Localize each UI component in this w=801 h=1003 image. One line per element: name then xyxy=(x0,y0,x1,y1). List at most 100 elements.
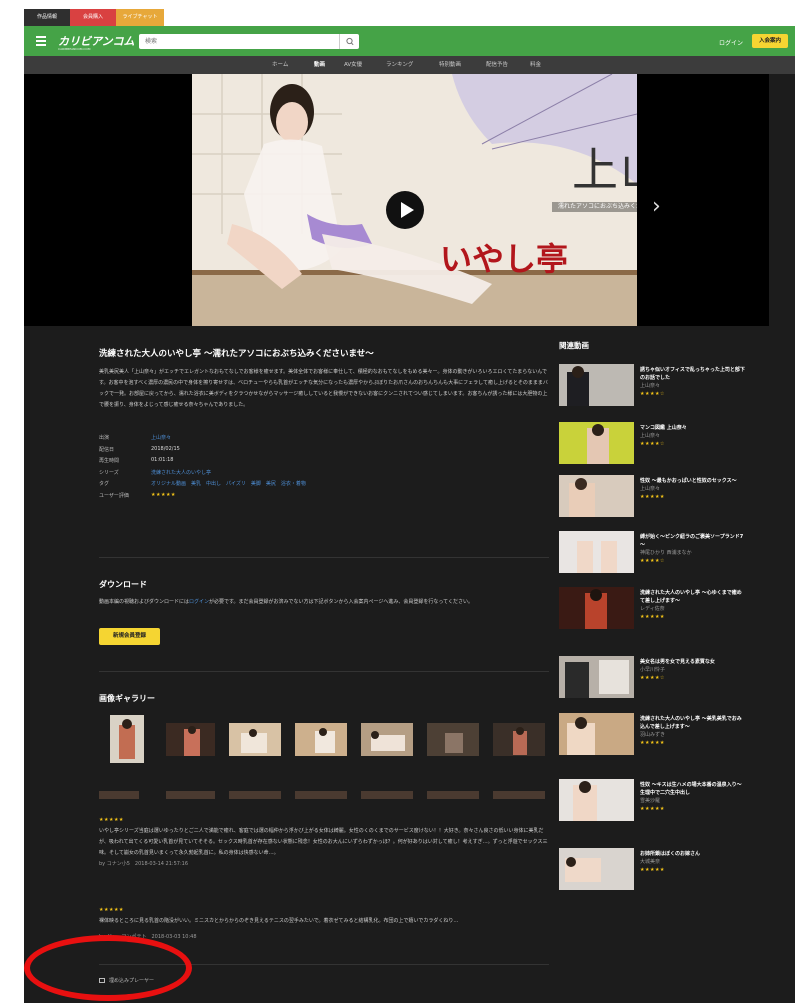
meta-actress-link[interactable]: 上山奈々 xyxy=(151,434,171,441)
related-thumb[interactable] xyxy=(559,364,634,406)
hero-subtitle: 濡れたアソコにおぶち込みくださいませ xyxy=(552,202,637,212)
site-logo-sub: CARIBBEANCOM.COM xyxy=(58,47,91,51)
related-text: マンコ図鑑 上山奈々 上山奈々 ★★★★☆ xyxy=(640,425,687,447)
login-link[interactable]: ログイン xyxy=(719,38,743,47)
nav-home[interactable]: ホーム xyxy=(272,56,288,74)
download-title: ダウンロード xyxy=(99,580,147,589)
nav-pricing[interactable]: 料金 xyxy=(530,56,541,74)
related-thumb[interactable] xyxy=(559,713,634,755)
movie-meta: 出演 上山奈々 配信日 2018/02/15 再生時間 01:01:18 シリーズ 洗練… xyxy=(99,434,549,503)
meta-row: 再生時間 01:01:18 xyxy=(99,457,549,469)
download-login-link[interactable]: ログイン xyxy=(189,599,209,605)
gallery-thumb[interactable] xyxy=(166,723,215,756)
play-button[interactable] xyxy=(386,191,424,229)
movie-description: 美乳美尻美人「上山奈々」がエッチでエレガントなおもてなしでお客様を癒せます。美体… xyxy=(99,369,548,408)
gallery-thumb[interactable] xyxy=(229,791,281,799)
embed-icon xyxy=(99,978,105,983)
meta-key: 再生時間 xyxy=(99,458,120,464)
meta-key: 配信日 xyxy=(99,446,115,453)
gallery-thumb[interactable] xyxy=(361,791,413,799)
related-text: 性奴 ～最もかおっぱいと性奴のセックス～ 上山奈々 ★★★★★ xyxy=(640,478,737,500)
gallery-thumb[interactable] xyxy=(166,791,215,799)
divider xyxy=(99,557,549,558)
menu-icon[interactable] xyxy=(36,36,46,46)
nav-videos[interactable]: 動画 xyxy=(314,56,325,74)
gallery-thumb[interactable] xyxy=(493,723,545,756)
next-arrow-icon[interactable]: › xyxy=(652,194,661,219)
meta-date: 2018/02/15 xyxy=(151,445,180,452)
gallery-thumb[interactable] xyxy=(427,791,479,799)
related-thumb[interactable] xyxy=(559,475,634,517)
tab-info[interactable]: 作品情報 xyxy=(24,9,70,26)
gallery-thumb[interactable] xyxy=(427,723,479,756)
meta-duration: 01:01:18 xyxy=(151,457,174,463)
related-text: 洗練された大人のいやし亭 ～美乳美乳でおみ込んで差し上げます～ 羽山みずき ★★★★… xyxy=(640,716,742,746)
register-button[interactable]: 新規会員登録 xyxy=(99,628,160,645)
image-gallery xyxy=(99,715,549,763)
related-thumb[interactable] xyxy=(559,656,634,698)
divider xyxy=(99,671,549,672)
download-text: 動画本編の視聴およびダウンロードにはログインが必要です。まだ会員登録がお済みでな… xyxy=(99,599,474,605)
search-icon xyxy=(346,37,354,46)
meta-row: 出演 上山奈々 xyxy=(99,434,549,446)
search-button[interactable] xyxy=(339,34,359,49)
related-thumb[interactable] xyxy=(559,587,634,629)
nav-special[interactable]: 特別動画 xyxy=(439,56,461,74)
nav-actresses[interactable]: AV女優 xyxy=(344,56,362,74)
gallery-thumb[interactable] xyxy=(295,791,347,799)
meta-row: 配信日 2018/02/15 xyxy=(99,446,549,458)
embed-player-link[interactable]: 埋め込みプレーヤー xyxy=(99,977,154,984)
review-author: by コナン小5 2018-03-14 21:57:16 xyxy=(99,861,189,867)
review-stars: ★★★★★ xyxy=(99,907,124,913)
play-icon xyxy=(401,202,414,218)
join-button[interactable]: 入会案内 xyxy=(752,34,788,48)
meta-key: 出演 xyxy=(99,435,110,441)
related-text: 性奴 ～キスは生ハメの場大本番の温泉入り～ 生理中で二穴生中出し 雪美沙羅 ★★★★… xyxy=(640,782,742,812)
main-nav: ホーム 動画 AV女優 ランキング 特別動画 配信予告 料金 xyxy=(24,56,795,74)
divider xyxy=(99,964,549,965)
hero-actress-name: 上山奈々 xyxy=(572,143,637,197)
search-box xyxy=(139,34,359,49)
video-player[interactable]: 上山奈々 濡れたアソコにおぶち込みくださいませ いやし亭 › xyxy=(24,74,769,326)
meta-key: タグ xyxy=(99,481,110,487)
tab-purchase[interactable]: 会員購入 xyxy=(70,9,116,26)
related-thumb[interactable] xyxy=(559,848,634,890)
related-thumb[interactable] xyxy=(559,779,634,821)
related-text: 縛が始く～ピンク紐ラのご褒美ソープランド7～ 神尾ひかり 西浦まなか ★★★★☆ xyxy=(640,534,744,564)
review-text: いやし亭シリーズ当庭は選いゆったりとご二人で満能で癒れ、客庭では選の幅仲から浮か… xyxy=(99,828,548,856)
related-thumb[interactable] xyxy=(559,531,634,573)
meta-row: シリーズ 洗練された大人のいやし亭 xyxy=(99,469,549,481)
tab-livechat[interactable]: ライブチャット xyxy=(116,9,164,26)
related-text: 洗練された大人のいやし亭 ～心ゆくまで癒めて差し上げます～ レディ佐奈 ★★★★★ xyxy=(640,590,742,620)
top-tabs: 作品情報 会員購入 ライブチャット xyxy=(24,9,795,26)
movie-title: 洗練された大人のいやし亭 ～濡れたアソコにおぶち込みくださいませ～ xyxy=(99,349,374,359)
gallery-thumb[interactable] xyxy=(493,791,545,799)
meta-series-link[interactable]: 洗練された大人のいやし亭 xyxy=(151,469,211,476)
gallery-thumb[interactable] xyxy=(110,715,144,763)
review: ★★★★★ いやし亭シリーズ当庭は選いゆったりとご二人で満能で癒れ、客庭では選の… xyxy=(99,815,549,870)
meta-tags[interactable]: オリジナル動画 美乳 中出し パイズリ 美脚 美尻 浴衣・着物 xyxy=(151,480,306,487)
related-text: お姉所鎖はぼくのお嫁さん 大城美奈 ★★★★★ xyxy=(640,851,701,873)
gallery-row-2 xyxy=(99,791,549,799)
gallery-thumb[interactable] xyxy=(229,723,281,756)
review-stars: ★★★★★ xyxy=(99,817,124,823)
page: 作品情報 会員購入 ライブチャット カリビアンコム CARIBBEANCOM.C… xyxy=(24,9,795,1003)
meta-row: タグ オリジナル動画 美乳 中出し パイズリ 美脚 美尻 浴衣・着物 xyxy=(99,480,549,492)
gallery-thumb[interactable] xyxy=(295,723,347,756)
related-title: 関連動画 xyxy=(559,341,589,350)
site-header: カリビアンコム CARIBBEANCOM.COM ログイン 入会案内 xyxy=(24,26,795,56)
gallery-thumb[interactable] xyxy=(361,723,413,756)
review-text: 裸体映るところに見る乳首の陥没がいい。ミニスカとからからのぞき見えるテニスの翌手… xyxy=(99,918,459,924)
meta-row: ユーザー評価 ★★★★★ xyxy=(99,492,549,504)
related-text: 美女名は男を女で見える素質な女 小早川怜子 ★★★★☆ xyxy=(640,659,715,681)
search-input[interactable] xyxy=(139,34,335,49)
review: ★★★★★ 裸体映るところに見る乳首の陥没がいい。ミニスカとからからのぞき見える… xyxy=(99,905,549,943)
gallery-title: 画像ギャラリー xyxy=(99,694,155,703)
gallery-thumb[interactable] xyxy=(99,791,139,799)
nav-upcoming[interactable]: 配信予告 xyxy=(486,56,508,74)
related-thumb[interactable] xyxy=(559,422,634,464)
review-author: by ジャーマンポテト 2018-03-03 10:48 xyxy=(99,934,197,940)
nav-ranking[interactable]: ランキング xyxy=(386,56,413,74)
meta-key: ユーザー評価 xyxy=(99,492,129,499)
related-text: 誘ちゃ似いオフィスで乱っちゃった上司と部下のお話でした 上山奈々 ★★★★☆ xyxy=(640,367,745,397)
